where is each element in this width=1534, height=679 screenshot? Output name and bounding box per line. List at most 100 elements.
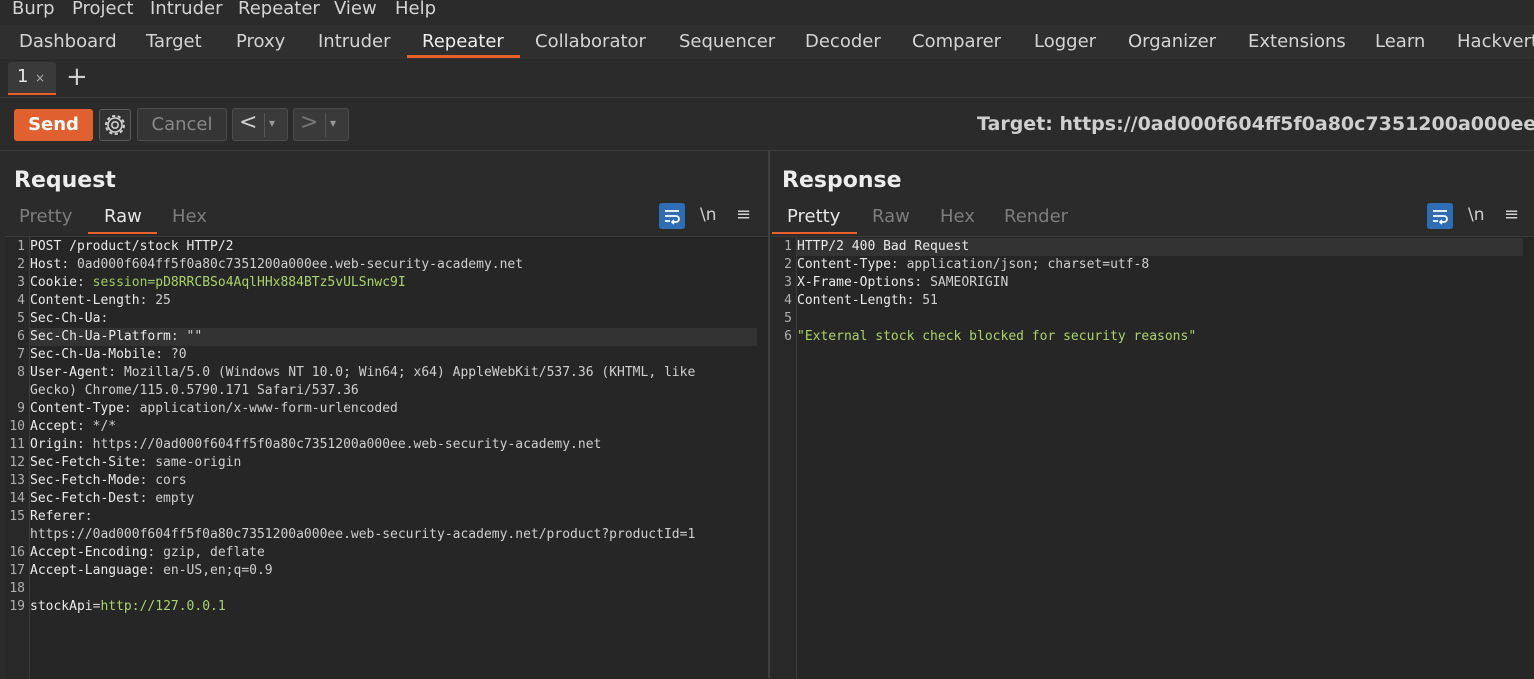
code-line: stockApi=http://127.0.0.1 [30,598,226,616]
request-tab-pretty[interactable]: Pretty [19,206,72,227]
response-title: Response [782,168,902,193]
request-tab-hex[interactable]: Hex [172,206,207,227]
code-sep: : [906,293,923,308]
gear-icon [105,115,125,135]
line-number: 8 [17,365,25,380]
request-wrap-button[interactable] [659,203,685,229]
response-newline-toggle[interactable]: \n [1468,205,1485,225]
line-number: 13 [9,473,25,488]
code-val: Gecko) Chrome/115.0.5790.171 Safari/537.… [30,383,359,398]
add-tab-button[interactable]: + [66,62,88,92]
divider [264,113,265,137]
code-key: Sec-Ch-Ua-Mobile [30,347,156,362]
code-key: X-Frame-Options [797,275,915,290]
tab-dashboard[interactable]: Dashboard [19,31,117,52]
close-icon[interactable]: × [35,71,45,85]
repeater-tab-1[interactable] [8,62,56,94]
code-line: Sec-Ch-Ua-Platform: "" [30,328,202,346]
code-line: Cookie: session=pD8RRCBSo4AqlHHx884BTz5v… [30,274,406,292]
code-sep: : [155,347,171,362]
menu-burp[interactable]: Burp [12,0,55,19]
menu-bar: Burp Project Intruder Repeater View Help [0,0,1534,24]
cancel-button[interactable]: Cancel [137,108,227,141]
code-key: Content-Type [30,401,124,416]
pane-divider[interactable] [768,151,770,678]
send-button[interactable]: Send [14,109,93,141]
code-line: User-Agent: Mozilla/5.0 (Windows NT 10.0… [30,364,695,382]
request-newline-toggle[interactable]: \n [700,205,717,225]
active-tab-indicator [407,55,520,58]
menu-view[interactable]: View [334,0,377,19]
code-key: Content-Type [797,257,891,272]
code-sep: : [139,473,156,488]
tab-sequencer[interactable]: Sequencer [679,31,775,52]
code-key: Content-Length [30,293,140,308]
code-key: Referer [30,509,85,524]
code-sep: : [76,275,93,290]
tab-logger[interactable]: Logger [1034,31,1096,52]
tab-hackvertor[interactable]: Hackvert [1457,31,1534,52]
code-line: HTTP/2 400 Bad Request [797,238,969,256]
code-line: Referer: [30,508,93,526]
code-val: empty [155,491,195,506]
menu-icon[interactable]: ≡ [1504,204,1519,225]
code-line: Sec-Fetch-Dest: empty [30,490,194,508]
response-tab-pretty[interactable]: Pretty [787,206,840,227]
code-line: POST /product/stock HTTP/2 [30,238,234,256]
menu-icon[interactable]: ≡ [736,204,751,225]
tab-organizer[interactable]: Organizer [1128,31,1216,52]
line-number: 3 [784,275,792,290]
request-tab-raw[interactable]: Raw [104,206,142,227]
forward-button[interactable]: > ▾ [293,108,349,141]
back-button[interactable]: < ▾ [232,108,288,141]
response-wrap-button[interactable] [1427,203,1453,229]
code-sep: : [139,491,156,506]
line-number: 14 [9,491,25,506]
tab-target[interactable]: Target [146,31,202,52]
line-number: 1 [17,239,25,254]
chevron-down-icon[interactable]: ▾ [269,116,275,130]
request-title: Request [14,168,116,193]
line-number: 11 [9,437,25,452]
code-key: Sec-Fetch-Mode [30,473,140,488]
code-val: same-origin [155,455,242,470]
line-number: 12 [9,455,25,470]
code-val: 25 [155,293,171,308]
menu-intruder[interactable]: Intruder [150,0,222,19]
code-line: Origin: https://0ad000f604ff5f0a80c73512… [30,436,601,454]
response-tab-hex[interactable]: Hex [940,206,975,227]
tab-learn[interactable]: Learn [1375,31,1425,52]
line-number: 4 [784,293,792,308]
tab-collaborator[interactable]: Collaborator [535,31,646,52]
chevron-right-icon: > [300,110,319,135]
code-val: https://0ad000f604ff5f0a80c7351200a000ee… [30,527,696,542]
response-tab-render[interactable]: Render [1004,206,1068,227]
tab-extensions[interactable]: Extensions [1248,31,1346,52]
code-line: Host: 0ad000f604ff5f0a80c7351200a000ee.w… [30,256,523,274]
tab-repeater[interactable]: Repeater [422,31,504,52]
code-val: Mozilla/5.0 (Windows NT 10.0; Win64; x64… [123,365,696,380]
code-val: en-US,en;q=0.9 [163,563,273,578]
tab-decoder[interactable]: Decoder [805,31,881,52]
tab-intruder[interactable]: Intruder [318,31,390,52]
code-sep: : [100,311,109,326]
target-label[interactable]: Target: https://0ad000f604ff5f0a80c73512… [977,113,1534,135]
tab-proxy[interactable]: Proxy [236,31,285,52]
code-line: Accept-Language: en-US,en;q=0.9 [30,562,273,580]
response-editor[interactable]: 1 HTTP/2 400 Bad Request 2 Content-Type: ap… [772,236,1534,679]
chevron-left-icon: < [239,110,258,135]
response-tab-raw[interactable]: Raw [872,206,910,227]
tab-comparer[interactable]: Comparer [912,31,1001,52]
wrap-icon [665,210,680,225]
line-number: 2 [17,257,25,272]
settings-button[interactable] [99,109,131,141]
wrap-icon [1433,210,1448,225]
menu-repeater[interactable]: Repeater [238,0,320,19]
request-editor[interactable]: 1 POST /product/stock HTTP/2 2 Host: 0ad000… [5,236,768,679]
menu-project[interactable]: Project [72,0,134,19]
code-sep: : [147,545,164,560]
menu-help[interactable]: Help [395,0,436,19]
code-val: https://0ad000f604ff5f0a80c7351200a000ee… [92,437,602,452]
chevron-down-icon[interactable]: ▾ [330,116,336,130]
line-number: 5 [784,311,792,326]
